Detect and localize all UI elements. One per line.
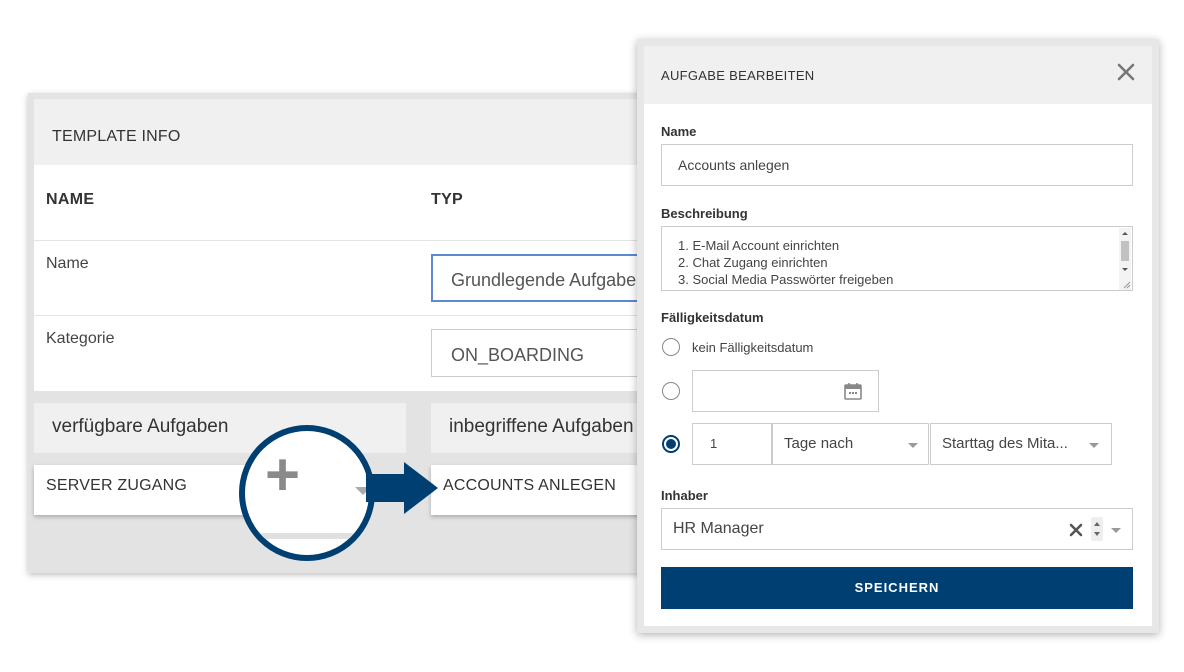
template-name-input[interactable]: Grundlegende Aufgaben [431,254,668,302]
no-due-date-label: kein Fälligkeitsdatum [692,340,814,355]
relative-days-input[interactable]: 1 [692,423,772,465]
chevron-down-icon [1089,443,1099,448]
owner-select[interactable]: HR Manager [661,508,1133,550]
calendar-icon[interactable] [843,381,863,401]
name-label: Name [661,124,697,139]
clear-icon[interactable] [1068,522,1084,538]
description-textarea[interactable]: 1. E-Mail Account einrichten 2. Chat Zug… [661,226,1133,291]
dialog-header: AUFGABE BEARBEITEN [644,46,1152,104]
description-line: 2. Chat Zugang einrichten [678,255,828,270]
spinner-icon[interactable] [1091,517,1103,541]
template-body: NAME TYP Name Grundlegende Aufgaben Kate… [34,165,668,391]
chevron-down-icon [1111,528,1121,533]
divider [34,315,668,316]
close-icon[interactable] [1116,62,1136,82]
owner-value: HR Manager [673,520,764,537]
template-header: TEMPLATE INFO [34,99,668,165]
add-button-zoom-callout: + [239,425,375,561]
template-category-input[interactable]: ON_BOARDING [431,329,668,377]
scrollbar[interactable] [1119,228,1131,290]
relative-reference-value: Starttag des Mita... [942,435,1068,452]
column-header-type: TYP [431,191,464,208]
owner-label: Inhaber [661,488,708,503]
relative-unit-select[interactable]: Tage nach [772,423,929,465]
radio-no-due-date[interactable] [662,338,680,356]
divider [34,240,668,241]
add-task-icon[interactable]: + [265,445,300,505]
radio-relative-date[interactable] [662,435,680,453]
radio-fixed-date[interactable] [662,382,680,400]
due-date-label: Fälligkeitsdatum [661,310,764,325]
arrow-right-icon [366,474,408,502]
template-title: TEMPLATE INFO [52,128,181,145]
included-task-item[interactable]: ACCOUNTS ANLEGEN [431,465,668,515]
zoom-shadow [245,533,369,539]
chevron-down-icon [908,443,918,448]
description-line: 3. Social Media Passwörter freigeben [678,272,894,287]
arrow-head-icon [404,462,438,514]
dialog-content: AUFGABE BEARBEITEN Name Accounts anlegen… [644,46,1152,626]
task-name-input[interactable]: Accounts anlegen [661,144,1133,186]
row-label-category: Kategorie [46,330,115,347]
relative-reference-select[interactable]: Starttag des Mita... [930,423,1112,465]
dialog-title: AUFGABE BEARBEITEN [661,68,815,83]
description-line: 1. E-Mail Account einrichten [678,238,840,253]
row-label-name: Name [46,255,89,272]
save-button[interactable]: SPEICHERN [661,567,1133,609]
description-label: Beschreibung [661,206,748,221]
description-text: 1. E-Mail Account einrichten 2. Chat Zug… [678,237,893,288]
column-header-name: NAME [46,191,95,208]
relative-unit-value: Tage nach [784,435,854,452]
edit-task-dialog: AUFGABE BEARBEITEN Name Accounts anlegen… [637,39,1159,633]
included-tasks-header: inbegriffene Aufgaben [431,403,668,453]
